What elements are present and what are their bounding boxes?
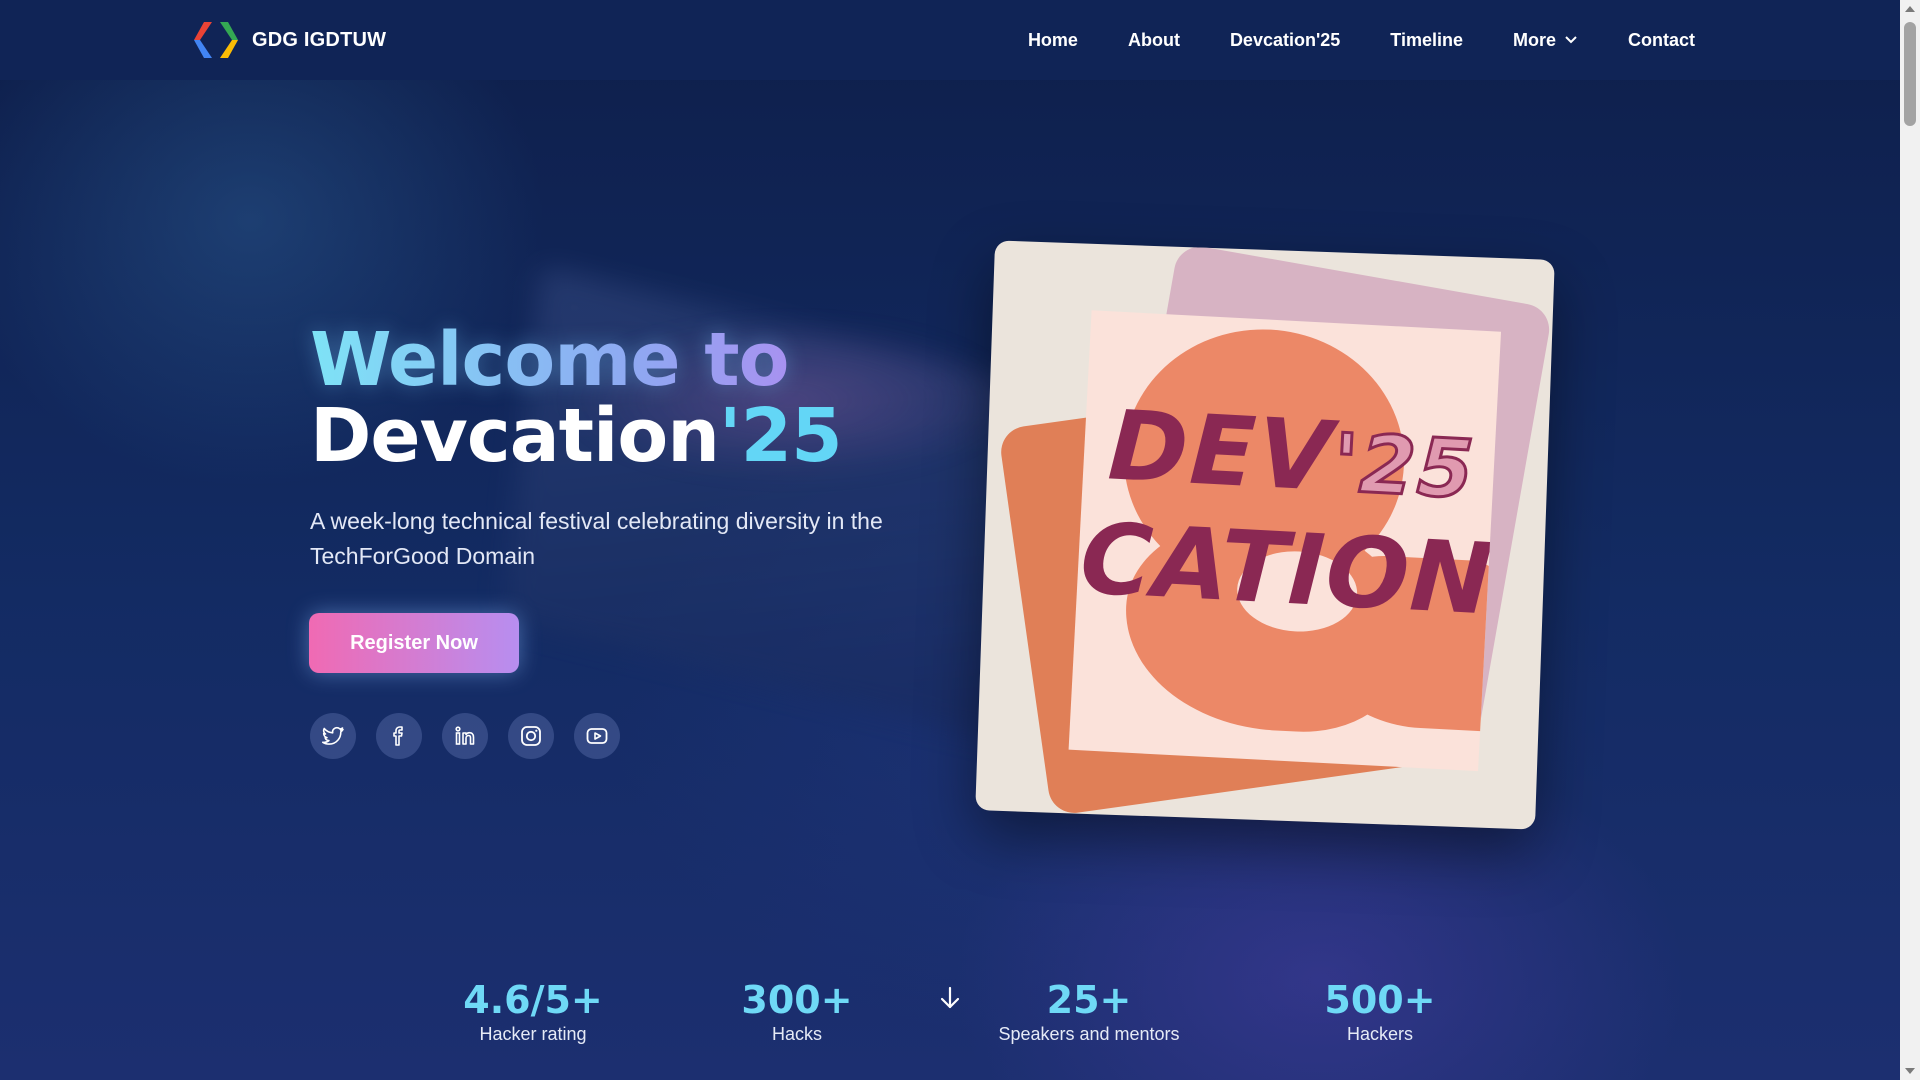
register-button[interactable]: Register Now bbox=[309, 613, 519, 673]
chevron-down-icon bbox=[1565, 36, 1577, 44]
facebook-icon bbox=[393, 726, 403, 746]
vertical-scrollbar[interactable] bbox=[1900, 0, 1920, 1080]
scroll-up-arrow-icon[interactable] bbox=[1905, 6, 1915, 12]
hero-title-main: Devcation bbox=[310, 393, 720, 479]
scrollbar-thumb[interactable] bbox=[1904, 22, 1916, 126]
nav-more-label: More bbox=[1512, 29, 1556, 50]
stat-value: 4.6/5+ bbox=[463, 978, 603, 1022]
poster-paper-main: DEV'25 CATION bbox=[1068, 310, 1502, 772]
facebook-link[interactable] bbox=[376, 713, 422, 759]
scroll-down-arrow-icon[interactable] bbox=[1905, 1068, 1915, 1074]
hero-title-line2: Devcation'25 bbox=[310, 398, 843, 474]
stat-value: 300+ bbox=[741, 978, 853, 1022]
instagram-icon bbox=[521, 726, 541, 746]
devcation-poster-card: DEV'25 CATION bbox=[975, 240, 1555, 830]
poster-title-line2: CATION bbox=[1077, 502, 1497, 638]
main-nav: Home About Devcation'25 Timeline More Co… bbox=[1028, 0, 1695, 80]
poster-year: '25 bbox=[1330, 415, 1480, 518]
social-links bbox=[310, 713, 620, 759]
stat-hacks: 300+ Hacks bbox=[741, 978, 852, 1045]
youtube-link[interactable] bbox=[574, 713, 620, 759]
nav-timeline[interactable]: Timeline bbox=[1390, 30, 1463, 51]
page-background: GDG IGDTUW Home About Devcation'25 Timel… bbox=[0, 0, 1900, 1080]
stat-label: Hacker rating bbox=[479, 1024, 587, 1044]
hero-title: Welcome to Devcation'25 bbox=[310, 322, 843, 474]
stat-label: Speakers and mentors bbox=[998, 1024, 1180, 1044]
gdg-logo-icon bbox=[194, 22, 238, 58]
twitter-link[interactable] bbox=[310, 713, 356, 759]
hero-title-accent: '25 bbox=[718, 393, 843, 479]
nav-about[interactable]: About bbox=[1128, 30, 1180, 51]
hero-subtitle: A week-long technical festival celebrati… bbox=[310, 508, 883, 569]
stat-label: Hackers bbox=[1346, 1024, 1414, 1044]
stats-row: 4.6/5+ Hacker rating 300+ Hacks 25+ Spea… bbox=[0, 978, 1900, 1058]
brand-name: GDG IGDTUW bbox=[252, 28, 387, 51]
youtube-icon bbox=[586, 728, 608, 744]
stat-hacker-rating: 4.6/5+ Hacker rating bbox=[463, 978, 602, 1045]
nav-devcation[interactable]: Devcation'25 bbox=[1230, 30, 1340, 51]
poster-dev: DEV bbox=[1105, 389, 1337, 514]
nav-more[interactable]: More bbox=[1513, 30, 1578, 51]
stat-value: 500+ bbox=[1324, 978, 1436, 1022]
stat-hackers: 500+ Hackers bbox=[1324, 978, 1435, 1045]
nav-contact[interactable]: Contact bbox=[1628, 30, 1695, 51]
linkedin-icon bbox=[455, 726, 475, 745]
twitter-icon bbox=[322, 726, 344, 745]
nav-home[interactable]: Home bbox=[1028, 30, 1078, 51]
navbar: GDG IGDTUW Home About Devcation'25 Timel… bbox=[0, 0, 1900, 80]
linkedin-link[interactable] bbox=[442, 713, 488, 759]
stat-speakers: 25+ Speakers and mentors bbox=[998, 978, 1179, 1045]
stat-value: 25+ bbox=[1046, 978, 1132, 1022]
hero-title-line1: Welcome to bbox=[310, 322, 842, 398]
brand[interactable]: GDG IGDTUW bbox=[190, 20, 386, 60]
instagram-link[interactable] bbox=[508, 713, 554, 759]
stat-label: Hacks bbox=[771, 1024, 823, 1044]
poster-title-line1: DEV'25 bbox=[1106, 389, 1480, 518]
